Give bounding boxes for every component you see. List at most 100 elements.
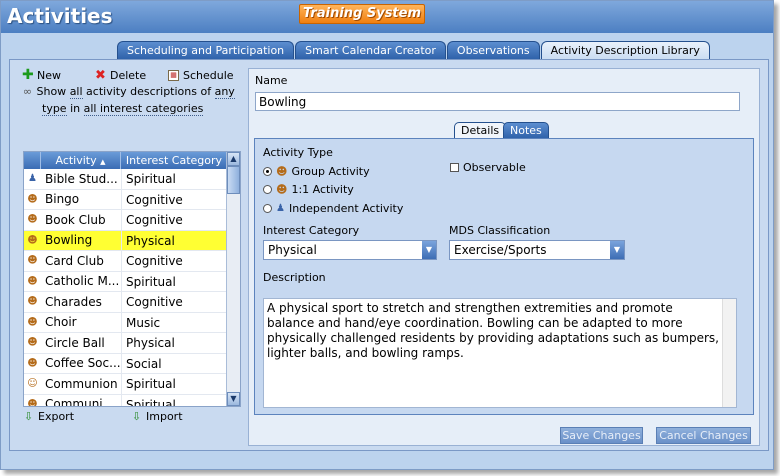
type-independent-label: Independent Activity <box>288 202 404 215</box>
new-label: New <box>37 69 61 82</box>
category-cell: Cognitive <box>121 189 227 209</box>
filter-line-1: ∞ Show all activity descriptions of any <box>22 85 235 99</box>
group-icon: ☻ <box>27 234 38 246</box>
grid-rows: ♟ Bible Stud... Spiritual ☻ Bingo Cognitive ☻ B… <box>24 169 227 407</box>
tab-observations[interactable]: Observations <box>446 41 540 59</box>
group-icon: ☻ <box>27 193 38 205</box>
filter-descriptions: activity descriptions of <box>86 85 212 98</box>
radio-group-activity[interactable]: ☻ Group Activity <box>263 165 370 178</box>
activity-grid: Activity ▲ Interest Category ♟ Bible Stud… <box>23 151 241 407</box>
observable-label: Observable <box>463 161 526 174</box>
table-row[interactable]: ☻ Book Club Cognitive <box>24 210 227 231</box>
grid-scrollbar[interactable]: ▲ ▼ <box>226 152 240 406</box>
cancel-changes-button[interactable]: Cancel Changes <box>656 427 751 444</box>
activity-cell: Communi... <box>45 397 115 407</box>
tab-scheduling[interactable]: Scheduling and Participation <box>117 41 295 59</box>
category-cell: Spiritual <box>121 169 227 189</box>
delete-icon: ✖ <box>95 68 106 83</box>
radio-one-to-one[interactable]: ☻ 1:1 Activity <box>263 183 354 196</box>
category-cell: Cognitive <box>121 251 227 271</box>
mds-select[interactable]: Exercise/Sports ▼ <box>449 240 625 260</box>
detail-panel: Name Bowling Details Notes Activity Type… <box>248 68 760 446</box>
description-textarea[interactable]: A physical sport to stretch and strength… <box>263 298 737 408</box>
category-cell: Physical <box>121 333 227 353</box>
new-button[interactable]: ✚ New <box>22 67 61 83</box>
activity-cell: Card Club <box>45 253 104 268</box>
activity-cell: Coffee Soc... <box>45 356 121 371</box>
scroll-thumb[interactable] <box>227 166 240 194</box>
title-bar: Activities Training System <box>1 1 773 33</box>
category-cell: Cognitive <box>121 292 227 312</box>
grid-header-icon-col <box>24 152 41 169</box>
table-row[interactable]: ☻ Catholic M... Spiritual <box>24 271 227 292</box>
activity-type-label: Activity Type <box>263 146 333 159</box>
category-cell: Cognitive <box>121 210 227 230</box>
tab-details[interactable]: Details <box>454 122 507 138</box>
table-row[interactable]: ♟ Bible Stud... Spiritual <box>24 169 227 190</box>
activity-cell: Circle Ball <box>45 335 105 350</box>
save-changes-button[interactable]: Save Changes <box>560 427 643 444</box>
radio-independent[interactable]: ♟ Independent Activity <box>263 202 403 215</box>
app-title: Activities <box>7 4 113 28</box>
activity-cell: Catholic M... <box>45 274 120 289</box>
export-button[interactable]: ⇩ Export <box>23 410 74 423</box>
table-row[interactable]: ☻ Communi... Spiritual <box>24 394 227 407</box>
table-row[interactable]: ☻ Coffee Soc... Social <box>24 353 227 374</box>
table-row[interactable]: ☺ Communion Spiritual <box>24 374 227 395</box>
filter-type-dropdown[interactable]: type <box>42 102 67 116</box>
activity-cell: Choir <box>45 315 77 330</box>
group-activity-icon: ☻ <box>276 165 288 178</box>
radio-icon <box>263 204 272 213</box>
table-row[interactable]: ☻ Bingo Cognitive <box>24 189 227 210</box>
filter-category-dropdown[interactable]: all interest categories <box>83 102 204 116</box>
group-icon: ☻ <box>27 214 38 226</box>
description-scrollbar[interactable] <box>722 299 736 407</box>
category-cell: Social <box>121 353 227 373</box>
table-row[interactable]: ☻ Choir Music <box>24 312 227 333</box>
main-tabs: Scheduling and Participation Smart Calen… <box>117 41 711 60</box>
filter-scope-dropdown[interactable]: all <box>69 85 83 99</box>
group-icon: ☻ <box>27 398 38 407</box>
schedule-button[interactable]: ▦ Schedule <box>168 69 234 82</box>
plus-icon: ✚ <box>22 67 34 83</box>
table-row[interactable]: ☻ Circle Ball Physical <box>24 333 227 354</box>
tab-notes[interactable]: Notes <box>503 122 549 138</box>
interest-category-select[interactable]: Physical ▼ <box>263 240 437 260</box>
interest-category-value: Physical <box>268 243 317 257</box>
table-row[interactable]: ☻ Card Club Cognitive <box>24 251 227 272</box>
filter-show: Show <box>36 85 67 98</box>
description-label: Description <box>263 271 326 284</box>
table-row[interactable]: ☻ Charades Cognitive <box>24 292 227 313</box>
interest-category-label: Interest Category <box>263 224 360 237</box>
scroll-up-icon[interactable]: ▲ <box>227 152 240 166</box>
scroll-down-icon[interactable]: ▼ <box>227 392 240 406</box>
activity-cell: Charades <box>45 294 102 309</box>
radio-icon <box>263 185 272 194</box>
filter-any-dropdown[interactable]: any <box>214 85 235 99</box>
observable-checkbox[interactable]: Observable <box>450 161 526 174</box>
calendar-icon: ▦ <box>168 70 179 81</box>
column-activity[interactable]: Activity ▲ <box>41 152 121 169</box>
independent-icon: ♟ <box>276 203 285 214</box>
delete-button[interactable]: ✖ Delete <box>95 69 146 82</box>
group-icon: ☻ <box>27 255 38 267</box>
column-activity-label: Activity <box>55 154 97 167</box>
group-icon: ☻ <box>27 337 38 349</box>
schedule-label: Schedule <box>183 69 234 82</box>
category-cell: Music <box>121 312 227 332</box>
tab-activity-library[interactable]: Activity Description Library <box>540 41 710 60</box>
one-to-one-icon: ☻ <box>276 183 288 196</box>
delete-label: Delete <box>110 69 147 82</box>
name-field[interactable]: Bowling <box>255 92 740 111</box>
binoculars-icon: ∞ <box>22 85 33 98</box>
type-one-to-one-label: 1:1 Activity <box>291 183 354 196</box>
radio-selected-icon <box>263 167 272 176</box>
import-button[interactable]: ⇩ Import <box>131 410 183 423</box>
column-interest-category[interactable]: Interest Category <box>121 152 227 169</box>
group-icon: ☻ <box>27 275 38 287</box>
table-row[interactable]: ☻ Bowling Physical <box>24 230 227 251</box>
import-label: Import <box>146 410 183 423</box>
filter-in: in <box>70 102 81 115</box>
category-cell: Spiritual <box>121 374 227 394</box>
tab-smart-calendar[interactable]: Smart Calendar Creator <box>295 41 446 59</box>
